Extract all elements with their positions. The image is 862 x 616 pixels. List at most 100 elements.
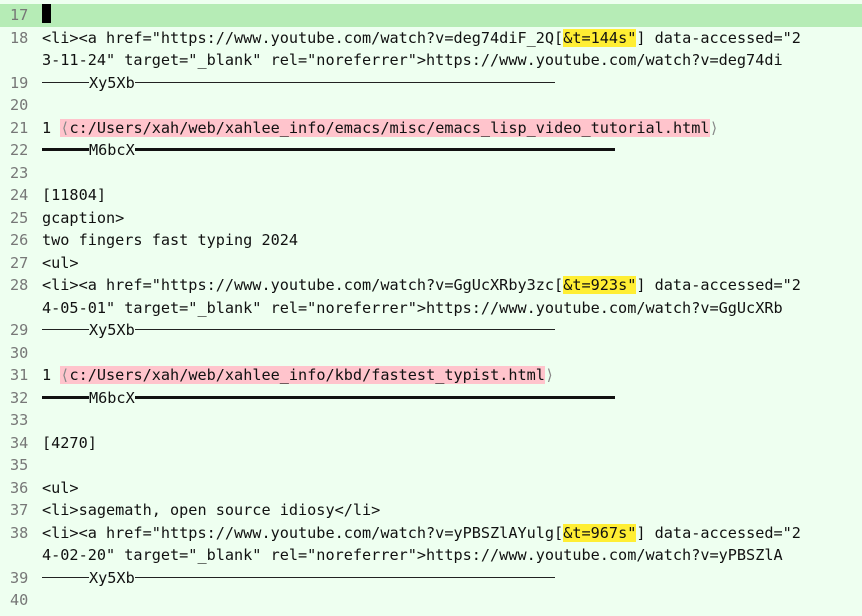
line-number: 20 — [10, 96, 29, 114]
match-count: 1 — [42, 366, 52, 384]
text-editor[interactable]: ` ` ` 1718<li><a href="https://www.youtu… — [0, 0, 862, 616]
line-content[interactable]: <ul> — [42, 477, 79, 500]
line-number: 40 — [10, 591, 29, 609]
editor-line[interactable]: 32 M6bcX — [0, 387, 862, 410]
text-cursor — [42, 4, 51, 23]
editor-line[interactable]: 34 [4270] — [0, 432, 862, 455]
code-text: <li><a href="https://www.youtube.com/wat… — [42, 523, 564, 542]
line-content[interactable]: Xy5Xb — [42, 319, 555, 342]
separator-label: Xy5Xb — [89, 568, 135, 587]
line-content[interactable]: [11804] — [42, 184, 106, 207]
editor-line[interactable]: 27 <ul> — [0, 252, 862, 275]
line-number: 17 — [10, 6, 29, 24]
separator-rule-left — [42, 81, 89, 83]
separator-rule-right — [134, 148, 615, 151]
editor-line[interactable]: 4-02-20" target="_blank" rel="noreferrer… — [0, 544, 862, 567]
code-text: 4-05-01" target="_blank" rel="noreferrer… — [42, 298, 783, 317]
code-text: <li>sagemath, open source idiosy</li> — [42, 501, 381, 519]
file-path-link[interactable]: ⟨c:/Users/xah/web/xahlee_info/kbd/fastes… — [60, 366, 545, 384]
editor-line[interactable]: 22 M6bcX — [0, 139, 862, 162]
separator-rule-right — [134, 329, 555, 330]
angle-close: ⟩ — [544, 366, 555, 384]
line-number: 21 — [10, 118, 29, 137]
line-number: 29 — [10, 321, 29, 339]
line-number: 34 — [10, 433, 29, 452]
line-content[interactable]: Xy5Xb — [42, 567, 555, 590]
code-text: gcaption> — [42, 208, 125, 227]
line-content[interactable]: M6bcX — [42, 139, 615, 162]
code-text: 4-02-20" target="_blank" rel="noreferrer… — [42, 546, 783, 564]
line-content[interactable]: two fingers fast typing 2024 — [42, 229, 298, 252]
editor-line[interactable]: 23 — [0, 162, 862, 185]
line-content[interactable]: 3-11-24" target="_blank" rel="noreferrer… — [42, 49, 783, 72]
line-content[interactable]: Xy5Xb — [42, 72, 555, 95]
separator-rule-right — [134, 576, 555, 578]
line-number: 37 — [10, 501, 29, 519]
line-content[interactable]: <li><a href="https://www.youtube.com/wat… — [42, 522, 801, 545]
editor-line[interactable]: 29 Xy5Xb — [0, 319, 862, 342]
timestamp-highlight: &t=967s" — [563, 523, 637, 542]
line-number: 38 — [10, 523, 29, 542]
separator-rule-right — [134, 395, 615, 399]
separator-label: Xy5Xb — [89, 73, 135, 92]
line-number: 35 — [10, 456, 29, 474]
code-text: <li><a href="https://www.youtube.com/wat… — [42, 276, 564, 294]
editor-line[interactable]: 39 Xy5Xb — [0, 567, 862, 590]
editor-line[interactable]: 31 1 ⟨c:/Users/xah/web/xahlee_info/kbd/fa… — [0, 364, 862, 387]
editor-line[interactable]: 4-05-01" target="_blank" rel="noreferrer… — [0, 297, 862, 320]
code-text: [11804] — [42, 186, 107, 204]
editor-line[interactable]: 36 <ul> — [0, 477, 862, 500]
file-path-link[interactable]: ⟨c:/Users/xah/web/xahlee_info/emacs/misc… — [60, 118, 710, 137]
editor-line[interactable]: 30 — [0, 342, 862, 365]
editor-line[interactable]: 19 Xy5Xb — [0, 72, 862, 95]
line-content[interactable]: 4-02-20" target="_blank" rel="noreferrer… — [42, 544, 783, 567]
line-number: 39 — [10, 568, 29, 587]
editor-line[interactable]: 18 <li><a href="https://www.youtube.com/w… — [0, 27, 862, 50]
editor-line[interactable]: 38 <li><a href="https://www.youtube.com/w… — [0, 522, 862, 545]
line-content[interactable]: <ul> — [42, 252, 79, 275]
separator-label: M6bcX — [89, 141, 135, 159]
editor-line[interactable]: 28 <li><a href="https://www.youtube.com/w… — [0, 274, 862, 297]
line-number: 31 — [10, 366, 29, 384]
code-text: [4270] — [42, 433, 97, 452]
line-content[interactable]: <li><a href="https://www.youtube.com/wat… — [42, 274, 801, 297]
file-path: c:/Users/xah/web/xahlee_info/emacs/misc/… — [69, 118, 710, 137]
line-content[interactable]: [4270] — [42, 432, 97, 455]
line-content[interactable] — [42, 4, 51, 27]
timestamp-highlight: &t=144s" — [563, 28, 637, 47]
line-number: 24 — [10, 186, 29, 204]
editor-line[interactable]: 40 — [0, 589, 862, 612]
separator-rule-left — [42, 148, 89, 151]
line-content[interactable]: 4-05-01" target="_blank" rel="noreferrer… — [42, 297, 783, 320]
code-text: ] data-accessed="2 — [636, 523, 801, 542]
editor-line[interactable]: 25 gcaption> — [0, 207, 862, 230]
editor-line[interactable]: 17 — [0, 4, 862, 27]
code-text: 3-11-24" target="_blank" rel="noreferrer… — [42, 51, 783, 69]
editor-line[interactable]: 24 [11804] — [0, 184, 862, 207]
timestamp-highlight: &t=923s" — [563, 276, 637, 294]
line-number: 26 — [10, 231, 29, 249]
editor-line[interactable]: 20 — [0, 94, 862, 117]
line-content[interactable]: gcaption> — [42, 207, 124, 230]
editor-line[interactable]: 33 — [0, 409, 862, 432]
line-content[interactable]: 1 ⟨c:/Users/xah/web/xahlee_info/emacs/mi… — [42, 117, 719, 140]
line-content[interactable]: <li><a href="https://www.youtube.com/wat… — [42, 27, 801, 50]
line-number: 33 — [10, 411, 29, 429]
line-content[interactable]: <li>sagemath, open source idiosy</li> — [42, 499, 380, 522]
code-text: <li><a href="https://www.youtube.com/wat… — [42, 28, 564, 47]
editor-line[interactable]: 37 <li>sagemath, open source idiosy</li> — [0, 499, 862, 522]
line-number: 32 — [10, 388, 29, 407]
match-count: 1 — [42, 118, 52, 137]
code-text: <ul> — [42, 253, 79, 272]
editor-line[interactable]: 26 two fingers fast typing 2024 — [0, 229, 862, 252]
editor-line[interactable]: 3-11-24" target="_blank" rel="noreferrer… — [0, 49, 862, 72]
line-content[interactable]: M6bcX — [42, 387, 615, 410]
code-text: two fingers fast typing 2024 — [42, 231, 299, 249]
editor-line[interactable]: 35 — [0, 454, 862, 477]
editor-line[interactable]: 21 1 ⟨c:/Users/xah/web/xahlee_info/emacs/… — [0, 117, 862, 140]
line-number: 19 — [10, 73, 29, 92]
code-text: ] data-accessed="2 — [636, 28, 801, 47]
line-content[interactable]: 1 ⟨c:/Users/xah/web/xahlee_info/kbd/fast… — [42, 364, 554, 387]
line-number: 30 — [10, 343, 29, 362]
line-number: 22 — [10, 141, 29, 159]
